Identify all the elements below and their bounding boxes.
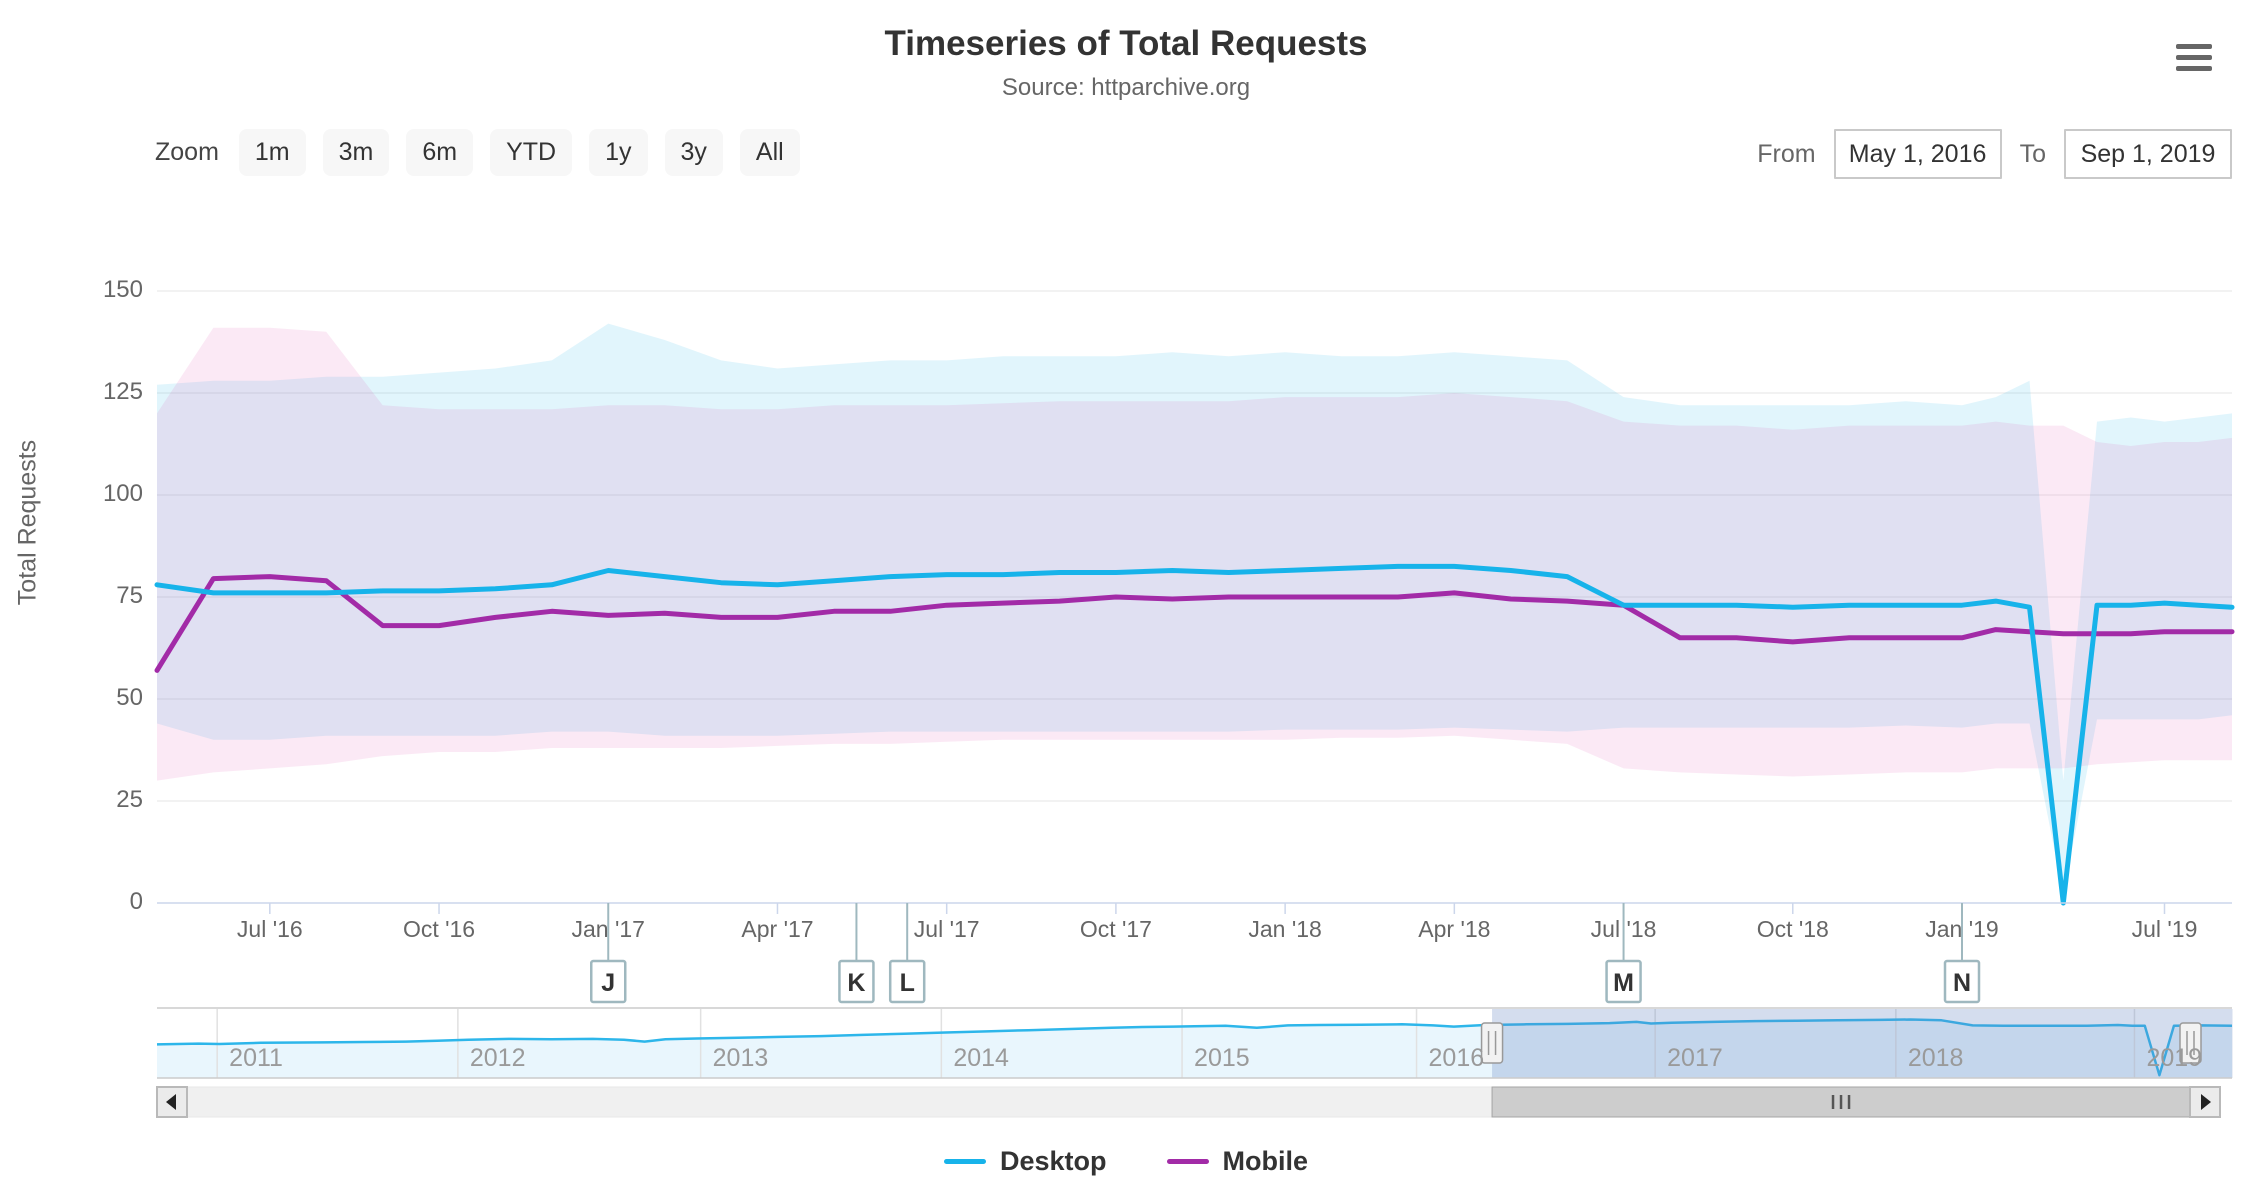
chart-subtitle: Source: httparchive.org	[0, 74, 2252, 102]
flag-letter: M	[1613, 969, 1634, 997]
legend: Desktop Mobile	[0, 1146, 2252, 1177]
flag-letter: J	[601, 969, 615, 997]
zoom-button-ytd[interactable]: YTD	[490, 129, 572, 176]
y-tick-label: 75	[33, 582, 143, 610]
legend-item-mobile[interactable]: Mobile	[1167, 1146, 1309, 1177]
y-axis-title: Total Requests	[14, 363, 43, 683]
zoom-button-3y[interactable]: 3y	[665, 129, 723, 176]
range-selector: Zoom 1m 3m 6m YTD 1y 3y All	[155, 129, 800, 176]
navigator-year-label: 2011	[229, 1044, 283, 1073]
stock-chart: J K L M N Timeseries of Total Requests Sourc…	[0, 0, 2252, 1202]
context-menu-icon[interactable]	[2176, 44, 2212, 77]
navigator-year-label: 2014	[953, 1044, 1009, 1073]
zoom-button-1m[interactable]: 1m	[239, 129, 306, 176]
legend-swatch	[944, 1159, 986, 1164]
navigator-year-label: 2018	[1908, 1044, 1964, 1073]
legend-label: Desktop	[1000, 1146, 1107, 1177]
x-tick-label: Jul '17	[877, 916, 1017, 943]
zoom-button-3m[interactable]: 3m	[323, 129, 390, 176]
to-label: To	[2020, 140, 2046, 169]
y-tick-label: 0	[33, 888, 143, 916]
zoom-label: Zoom	[155, 138, 219, 167]
legend-item-desktop[interactable]: Desktop	[944, 1146, 1107, 1177]
flag-letter: K	[847, 969, 865, 997]
zoom-button-1y[interactable]: 1y	[589, 129, 647, 176]
navigator-year-label: 2015	[1194, 1044, 1250, 1073]
navigator-left-handle[interactable]	[1482, 1023, 1503, 1063]
chart-title: Timeseries of Total Requests	[0, 24, 2252, 64]
x-tick-label: Jul '19	[2095, 916, 2235, 943]
from-date-input[interactable]	[1834, 129, 2002, 179]
flag-letter: L	[900, 969, 915, 997]
x-tick-label: Jan '17	[538, 916, 678, 943]
y-tick-label: 125	[33, 378, 143, 406]
x-tick-label: Jul '16	[200, 916, 340, 943]
navigator-selection-mask[interactable]	[1492, 1009, 2232, 1078]
x-tick-label: Apr '18	[1384, 916, 1524, 943]
flag-letter: N	[1953, 969, 1971, 997]
chart-canvas: J K L M N	[0, 0, 2252, 1202]
y-tick-label: 25	[33, 786, 143, 814]
to-date-input[interactable]	[2064, 129, 2232, 179]
y-tick-label: 50	[33, 684, 143, 712]
navigator-year-label: 2012	[470, 1044, 526, 1073]
navigator-year-label: 2013	[713, 1044, 769, 1073]
x-tick-label: Jan '18	[1215, 916, 1355, 943]
navigator-year-label: 2019	[2146, 1044, 2202, 1073]
x-tick-label: Oct '17	[1046, 916, 1186, 943]
zoom-button-6m[interactable]: 6m	[406, 129, 473, 176]
navigator-year-label: 2017	[1667, 1044, 1723, 1073]
navigator-year-label: 2016	[1429, 1044, 1485, 1073]
x-tick-label: Jul '18	[1554, 916, 1694, 943]
x-tick-label: Oct '16	[369, 916, 509, 943]
x-tick-label: Oct '18	[1723, 916, 1863, 943]
x-tick-label: Apr '17	[707, 916, 847, 943]
y-tick-label: 150	[33, 276, 143, 304]
legend-label: Mobile	[1223, 1146, 1309, 1177]
zoom-button-all[interactable]: All	[740, 129, 800, 176]
x-tick-label: Jan '19	[1892, 916, 2032, 943]
date-range-controls: From To	[1757, 129, 2232, 179]
legend-swatch	[1167, 1159, 1209, 1164]
y-tick-label: 100	[33, 480, 143, 508]
from-label: From	[1757, 140, 1815, 169]
